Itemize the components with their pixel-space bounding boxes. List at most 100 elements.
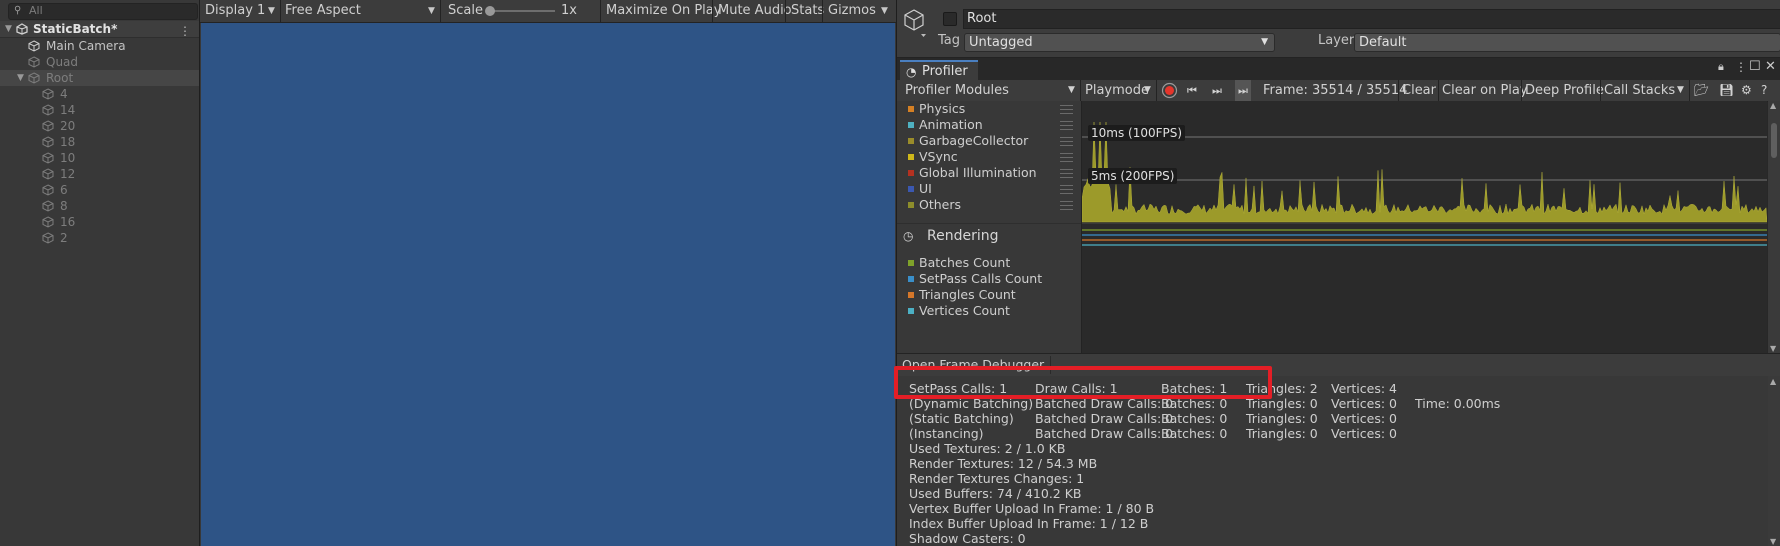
lock-icon[interactable]: 🔒︎ <box>1718 60 1724 74</box>
hierarchy-item-label: 2 <box>60 231 68 245</box>
profiler-module-triangles-count[interactable]: Triangles Count <box>897 287 1081 303</box>
playmode-dropdown[interactable]: Playmode <box>1085 80 1149 101</box>
profiler-toolbar: Profiler Modules ▼ Playmode ▼ ⏮ ⏭ ⏭ Fram… <box>897 80 1780 102</box>
scale-slider[interactable] <box>490 10 555 12</box>
tag-dropdown[interactable]: Untagged ▼ <box>964 33 1275 52</box>
hierarchy-item-child[interactable]: 4 <box>0 86 199 102</box>
profiler-chart[interactable]: 10ms (100FPS) 5ms (200FPS) <box>1082 101 1767 353</box>
profiler-module-batches-count[interactable]: Batches Count <box>897 255 1081 271</box>
hierarchy-item-child[interactable]: 16 <box>0 214 199 230</box>
aspect-dropdown[interactable]: Free Aspect <box>285 0 361 22</box>
profiler-module-setpass-calls-count[interactable]: SetPass Calls Count <box>897 271 1081 287</box>
hierarchy-item-child[interactable]: 20 <box>0 118 199 134</box>
call-stacks-dropdown[interactable]: Call Stacks <box>1604 80 1675 101</box>
hierarchy-item-quad[interactable]: Quad <box>0 54 199 70</box>
close-icon[interactable]: ✕ <box>1765 59 1776 74</box>
record-icon[interactable] <box>1161 82 1178 99</box>
module-label: Others <box>919 197 962 212</box>
game-render-canvas[interactable] <box>201 23 895 546</box>
stat-value: (Instancing) <box>909 426 984 441</box>
stats-scrollbar[interactable]: ▲ ▼ <box>1768 376 1780 546</box>
profiler-module-global-illumination[interactable]: Global Illumination <box>897 165 1081 181</box>
hierarchy-item-main-camera[interactable]: Main Camera <box>0 38 199 54</box>
gameobject-cube-icon <box>42 104 54 116</box>
maximize-on-play-toggle[interactable]: Maximize On Play <box>606 0 721 22</box>
fps-marker-label: 10ms (100FPS) <box>1088 125 1186 141</box>
scale-label: Scale <box>448 3 483 18</box>
scroll-down-icon[interactable]: ▼ <box>1770 344 1776 353</box>
more-options-icon[interactable]: ⋮ <box>179 23 191 39</box>
more-options-icon[interactable]: ⋮ <box>1735 60 1747 74</box>
scroll-up-icon[interactable]: ▲ <box>1770 101 1776 110</box>
active-checkbox[interactable] <box>943 12 957 26</box>
drag-handle-icon[interactable] <box>1060 105 1073 114</box>
drag-handle-icon[interactable] <box>1060 169 1073 178</box>
next-frame-icon[interactable]: ⏭ <box>1212 80 1222 101</box>
scroll-down-icon[interactable]: ▼ <box>1770 537 1776 546</box>
chart-scrollbar[interactable]: ▲ ▼ <box>1768 101 1780 353</box>
previous-frame-icon[interactable]: ⏮ <box>1187 80 1197 101</box>
scene-name: StaticBatch* <box>33 22 118 36</box>
module-label: Vertices Count <box>919 303 1010 318</box>
drag-handle-icon[interactable] <box>1060 201 1073 210</box>
hierarchy-item-label: 20 <box>60 119 76 133</box>
layer-value: Default <box>1359 35 1407 50</box>
hierarchy-item-label: 8 <box>60 199 68 213</box>
drag-handle-icon[interactable] <box>1060 185 1073 194</box>
hierarchy-item-label: Quad <box>46 55 79 69</box>
profiler-module-garbagecollector[interactable]: GarbageCollector <box>897 133 1081 149</box>
module-label: Global Illumination <box>919 165 1037 180</box>
hierarchy-item-child[interactable]: 10 <box>0 150 199 166</box>
layer-dropdown[interactable]: Default <box>1354 33 1780 52</box>
scrollbar-thumb[interactable] <box>1771 123 1777 158</box>
series-color-swatch <box>908 308 914 314</box>
gameobject-cube-icon <box>42 232 54 244</box>
hierarchy-item-root[interactable]: ▼ Root <box>0 70 199 86</box>
game-view: Display 1 ▼ Free Aspect ▼ Scale 1x Maxim… <box>200 0 897 546</box>
stats-toggle[interactable]: Stats <box>791 0 824 22</box>
maximize-icon[interactable]: ☐ <box>1749 59 1761 74</box>
profiler-module-physics[interactable]: Physics <box>897 101 1081 117</box>
hierarchy-item-label: 4 <box>60 87 68 101</box>
drag-handle-icon[interactable] <box>1060 153 1073 162</box>
hierarchy-item-child[interactable]: 2 <box>0 230 199 246</box>
drag-handle-icon[interactable] <box>1060 121 1073 130</box>
profiler-module-animation[interactable]: Animation <box>897 117 1081 133</box>
hierarchy-item-child[interactable]: 8 <box>0 198 199 214</box>
display-dropdown[interactable]: Display 1 <box>205 0 265 22</box>
clear-button[interactable]: Clear <box>1402 80 1436 101</box>
tab-profiler[interactable]: ◔ Profiler <box>900 60 978 82</box>
hierarchy-item-child[interactable]: 18 <box>0 134 199 150</box>
scroll-up-icon[interactable]: ▲ <box>1770 377 1776 386</box>
drag-handle-icon[interactable] <box>1060 137 1073 146</box>
hierarchy-search-input[interactable]: ⚲ All <box>8 3 198 20</box>
mute-audio-toggle[interactable]: Mute Audio <box>718 0 792 22</box>
clear-on-play-toggle[interactable]: Clear on Play <box>1442 80 1528 101</box>
expand-arrow-icon[interactable]: ▼ <box>17 70 24 86</box>
help-icon[interactable]: ? <box>1761 80 1767 101</box>
save-icon[interactable]: 💾︎ <box>1719 80 1734 101</box>
hierarchy-item-child[interactable]: 6 <box>0 182 199 198</box>
profiler-module-vertices-count[interactable]: Vertices Count <box>897 303 1081 319</box>
scene-row[interactable]: ▼ StaticBatch* ⋮ <box>0 21 199 38</box>
profiler-modules-dropdown[interactable]: Profiler Modules <box>905 80 1009 101</box>
load-icon[interactable]: 📂︎ <box>1694 80 1709 101</box>
gizmos-toggle[interactable]: Gizmos <box>828 0 876 22</box>
profiler-icon: ◔ <box>906 65 917 79</box>
expand-arrow-icon[interactable]: ▼ <box>5 21 12 37</box>
profiler-module-vsync[interactable]: VSync <box>897 149 1081 165</box>
hierarchy-item-label: Root <box>46 71 74 85</box>
current-frame-icon[interactable]: ⏭ <box>1235 80 1251 101</box>
hierarchy-item-child[interactable]: 14 <box>0 102 199 118</box>
rendering-module-header[interactable]: ◷ Rendering <box>897 223 1081 248</box>
chevron-down-icon[interactable]: ▼ <box>881 0 888 22</box>
stat-line: Used Textures: 2 / 1.0 KB <box>909 441 1066 456</box>
deep-profile-toggle[interactable]: Deep Profile <box>1525 80 1604 101</box>
gameobject-name-field[interactable]: Root <box>963 9 1780 29</box>
scale-slider-handle[interactable] <box>485 6 495 16</box>
settings-icon[interactable]: ⚙ <box>1741 80 1752 101</box>
hierarchy-item-child[interactable]: 12 <box>0 166 199 182</box>
profiler-module-others[interactable]: Others <box>897 197 1081 213</box>
rendering-header-label: Rendering <box>927 228 999 244</box>
profiler-module-ui[interactable]: UI <box>897 181 1081 197</box>
